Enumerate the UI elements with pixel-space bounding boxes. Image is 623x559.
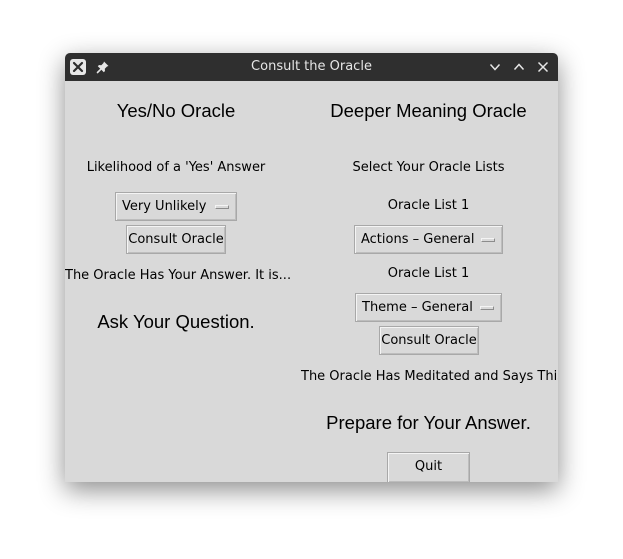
dropdown-indicator-icon <box>481 237 495 242</box>
app-window: Consult the Oracle Yes/No Oracle Likelih… <box>65 53 558 482</box>
likelihood-select[interactable]: Very Unlikely <box>115 192 237 221</box>
meditated-label: The Oracle Has Meditated and Says This..… <box>301 369 558 384</box>
oracle-list-2-select[interactable]: Theme – General <box>355 293 502 322</box>
oracle-list-1-value: Actions – General <box>361 232 475 247</box>
quit-button[interactable]: Quit <box>387 452 470 482</box>
oracle-list-1-label: Oracle List 1 <box>387 198 470 213</box>
yes-no-answer-text: Ask Your Question. <box>97 311 255 332</box>
likelihood-value: Very Unlikely <box>122 199 207 214</box>
select-lists-label: Select Your Oracle Lists <box>352 160 505 175</box>
dropdown-indicator-icon <box>480 305 494 310</box>
window-title: Consult the Oracle <box>251 59 372 74</box>
chevron-down-icon[interactable] <box>487 59 503 75</box>
likelihood-label: Likelihood of a 'Yes' Answer <box>86 160 266 175</box>
yes-no-answer-label: The Oracle Has Your Answer. It is... <box>65 268 292 283</box>
oracle-list-2-value: Theme – General <box>362 300 473 315</box>
chevron-up-icon[interactable] <box>511 59 527 75</box>
oracle-list-2-label: Oracle List 1 <box>387 266 470 281</box>
oracle-list-1-select[interactable]: Actions – General <box>354 225 503 254</box>
close-icon[interactable] <box>535 59 551 75</box>
deeper-consult-button[interactable]: Consult Oracle <box>379 326 479 355</box>
yes-no-consult-button[interactable]: Consult Oracle <box>126 225 226 254</box>
deeper-answer-text: Prepare for Your Answer. <box>326 412 531 433</box>
dropdown-indicator-icon <box>215 204 229 209</box>
deeper-heading: Deeper Meaning Oracle <box>330 100 527 121</box>
yes-no-heading: Yes/No Oracle <box>116 100 236 121</box>
title-bar[interactable]: Consult the Oracle <box>65 53 558 81</box>
